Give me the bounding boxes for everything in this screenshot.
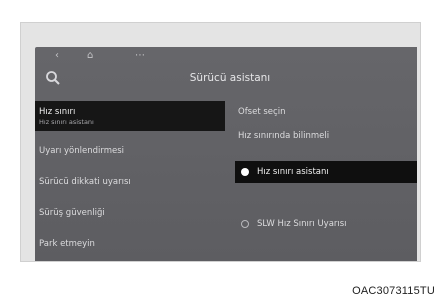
option-slw-warning[interactable]: SLW Hız Sınırı Uyarısı	[235, 219, 417, 229]
option-speed-limit-assist[interactable]: Hız sınırı asistanı	[235, 161, 417, 183]
photo-frame: ‹ ⌂ ⋯ Sürücü asistanı Hız sınırı Hız sın…	[20, 22, 421, 262]
option-label: Hız sınırında bilinmeli	[238, 131, 330, 141]
option-label: Ofset seçin	[238, 107, 286, 117]
menu-item-label: Sürüş güvenliği	[39, 207, 105, 218]
page-title: Sürücü asistanı	[189, 72, 271, 84]
menu-item-label: Hız sınırı	[39, 106, 76, 117]
search-icon[interactable]	[45, 70, 61, 86]
figure-code: OAC3073115TU	[352, 285, 435, 297]
menu-item-speed-limit[interactable]: Hız sınırı Hız sınırı asistanı	[35, 101, 225, 131]
right-pane: Ofset seçin Hız sınırında bilinmeli Hız …	[235, 101, 417, 261]
menu-item-sublabel: Hız sınırı asistanı	[39, 117, 94, 126]
menu-item-driver-attention[interactable]: Sürücü dikkati uyarısı	[35, 166, 225, 197]
menu-item-label: Uyarı yönlendirmesi	[39, 145, 125, 156]
back-icon[interactable]: ‹	[55, 51, 59, 61]
menu-item-label: Park etmeyin	[39, 238, 95, 249]
option-label: Hız sınırı asistanı	[257, 167, 329, 177]
option-offset[interactable]: Ofset seçin	[235, 107, 417, 117]
option-speed-limit-known[interactable]: Hız sınırında bilinmeli	[235, 131, 417, 143]
radio-selected-icon	[241, 168, 249, 176]
option-label: SLW Hız Sınırı Uyarısı	[257, 219, 347, 229]
home-icon[interactable]: ⌂	[87, 51, 93, 61]
menu-item-parking[interactable]: Park etmeyin	[35, 228, 225, 259]
menu-item-warning[interactable]: Uyarı yönlendirmesi	[35, 135, 225, 166]
radio-unselected-icon	[241, 220, 249, 228]
status-bar: ‹ ⌂ ⋯	[35, 47, 417, 67]
infotainment-screen: ‹ ⌂ ⋯ Sürücü asistanı Hız sınırı Hız sın…	[35, 47, 417, 261]
menu-dots-icon[interactable]: ⋯	[135, 51, 145, 61]
left-menu: Hız sınırı Hız sınırı asistanı Uyarı yön…	[35, 101, 225, 259]
menu-item-label: Sürücü dikkati uyarısı	[39, 176, 131, 187]
menu-item-driving-safety[interactable]: Sürüş güvenliği	[35, 197, 225, 228]
header: Sürücü asistanı	[35, 69, 417, 91]
